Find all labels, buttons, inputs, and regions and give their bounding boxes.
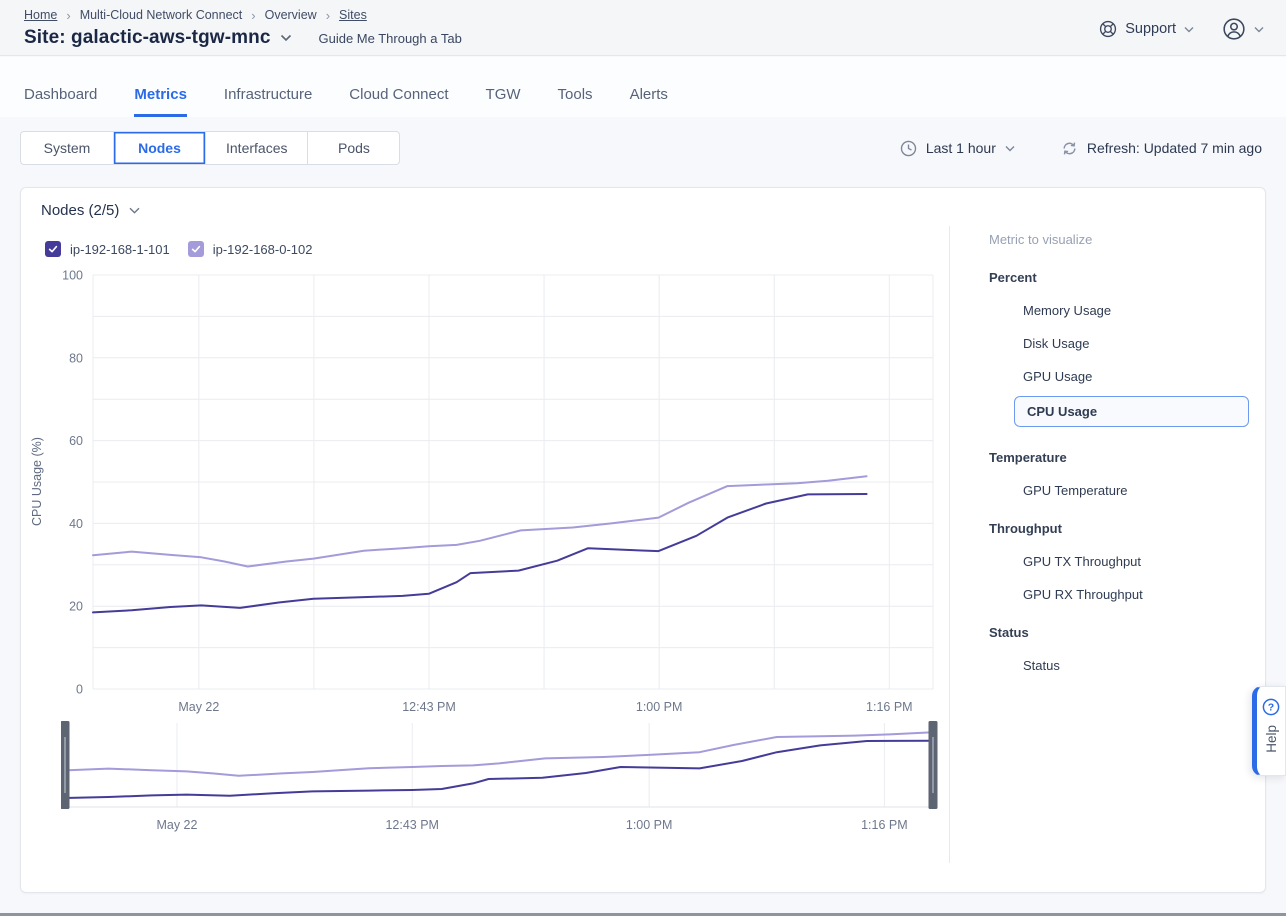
- metric-item-cpu-usage[interactable]: CPU Usage: [1014, 396, 1249, 427]
- metric-item-memory-usage[interactable]: Memory Usage: [989, 303, 1249, 318]
- x-tick-label: 1:16 PM: [861, 818, 908, 832]
- metric-item-gpu-usage[interactable]: GPU Usage: [989, 369, 1249, 384]
- metric-panel-title: Metric to visualize: [989, 232, 1249, 247]
- tab-cloud-connect[interactable]: Cloud Connect: [349, 86, 448, 117]
- time-range-label: Last 1 hour: [926, 140, 996, 156]
- help-button[interactable]: ? Help: [1252, 686, 1286, 776]
- breadcrumb-item-multi-cloud-network-connect: Multi-Cloud Network Connect: [80, 8, 243, 22]
- legend-checkbox-checked-icon[interactable]: [188, 241, 204, 257]
- series-line-ip-192-168-0-102: [65, 732, 933, 776]
- y-tick-label: 20: [69, 600, 83, 614]
- breadcrumb: Home › Multi-Cloud Network Connect › Overvie…: [24, 8, 1262, 22]
- series-line-ip-192-168-1-101: [93, 494, 867, 612]
- metric-item-disk-usage[interactable]: Disk Usage: [989, 336, 1249, 351]
- cpu-usage-chart: 0 20 40 60 80 100 May 22 12:43 PM 1:00 PM 1:16 PM: [25, 267, 953, 727]
- top-header: Home › Multi-Cloud Network Connect › Overvie…: [0, 0, 1286, 56]
- svg-text:?: ?: [1268, 702, 1274, 714]
- x-tick-label: 1:00 PM: [626, 818, 673, 832]
- support-label: Support: [1125, 21, 1176, 37]
- tab-metrics[interactable]: Metrics: [134, 86, 187, 117]
- question-circle-icon: ?: [1262, 698, 1280, 716]
- chevron-down-icon: [1005, 145, 1015, 152]
- x-tick-label: May 22: [178, 700, 219, 714]
- legend-label: ip-192-168-1-101: [70, 242, 170, 257]
- breadcrumb-separator: ›: [66, 9, 70, 22]
- user-avatar-icon: [1222, 17, 1246, 41]
- tab-tgw[interactable]: TGW: [486, 86, 521, 117]
- y-tick-label: 0: [76, 683, 83, 697]
- breadcrumb-item-sites[interactable]: Sites: [339, 8, 367, 22]
- metric-group-temperature: Temperature GPU Temperature: [989, 450, 1249, 498]
- support-menu[interactable]: Support: [1099, 20, 1194, 38]
- help-label: Help: [1264, 725, 1279, 753]
- x-tick-label: 12:43 PM: [402, 700, 456, 714]
- metric-group-header: Throughput: [989, 521, 1249, 536]
- life-buoy-icon: [1099, 20, 1117, 38]
- refresh-icon: [1061, 140, 1078, 157]
- chart-legend: ip-192-168-1-101 ip-192-168-0-102: [45, 241, 312, 257]
- metric-group-header: Status: [989, 625, 1249, 640]
- breadcrumb-separator: ›: [251, 9, 255, 22]
- breadcrumb-item-home[interactable]: Home: [24, 8, 57, 22]
- tab-bar: Dashboard Metrics Infrastructure Cloud Conn…: [0, 57, 1286, 117]
- subtab-pods[interactable]: Pods: [307, 132, 399, 164]
- chevron-down-icon: [1254, 26, 1264, 33]
- y-tick-label: 60: [69, 434, 83, 448]
- refresh-control[interactable]: Refresh: Updated 7 min ago: [1061, 140, 1262, 157]
- legend-item-ip-192-168-0-102[interactable]: ip-192-168-0-102: [188, 241, 313, 257]
- page-title: Site: galactic-aws-tgw-mnc: [24, 27, 270, 49]
- account-menu[interactable]: [1222, 17, 1264, 41]
- tab-infrastructure[interactable]: Infrastructure: [224, 86, 312, 117]
- title-chevron-down-icon[interactable]: [280, 34, 292, 42]
- panel-chevron-down-icon[interactable]: [129, 207, 140, 214]
- refresh-label: Refresh: Updated 7 min ago: [1087, 140, 1262, 156]
- metric-item-status[interactable]: Status: [989, 658, 1249, 673]
- subtab-interfaces[interactable]: Interfaces: [205, 132, 307, 164]
- metric-group-header: Percent: [989, 270, 1249, 285]
- panel-divider: [949, 226, 950, 863]
- y-tick-label: 100: [62, 269, 83, 283]
- nodes-panel: Nodes (2/5) ip-192-168-1-101 ip-192-168-0…: [20, 187, 1266, 893]
- tab-dashboard[interactable]: Dashboard: [24, 86, 97, 117]
- subtab-system[interactable]: System: [21, 132, 113, 164]
- y-tick-label: 40: [69, 517, 83, 531]
- legend-checkbox-checked-icon[interactable]: [45, 241, 61, 257]
- metric-item-gpu-rx-throughput[interactable]: GPU RX Throughput: [989, 587, 1249, 602]
- panel-title: Nodes (2/5): [41, 202, 119, 219]
- time-range-selector[interactable]: Last 1 hour: [900, 140, 1015, 157]
- metric-groups: Percent Memory Usage Disk Usage GPU Usage CP…: [989, 270, 1249, 673]
- tab-tools[interactable]: Tools: [558, 86, 593, 117]
- subtab-bar: SystemNodesInterfacesPods: [20, 131, 400, 165]
- x-tick-label: May 22: [156, 818, 197, 832]
- chart-brush[interactable]: May 22 12:43 PM 1:00 PM 1:16 PM: [61, 718, 941, 838]
- metric-group-throughput: Throughput GPU TX Throughput GPU RX Throug…: [989, 521, 1249, 602]
- metric-group-percent: Percent Memory Usage Disk Usage GPU Usage CP…: [989, 270, 1249, 427]
- metric-group-header: Temperature: [989, 450, 1249, 465]
- x-tick-label: 1:16 PM: [866, 700, 913, 714]
- y-tick-label: 80: [69, 351, 83, 365]
- legend-label: ip-192-168-0-102: [213, 242, 313, 257]
- breadcrumb-separator: ›: [326, 9, 330, 22]
- chevron-down-icon: [1184, 26, 1194, 33]
- series-line-ip-192-168-0-102: [93, 476, 867, 566]
- series-line-ip-192-168-1-101: [65, 741, 933, 798]
- metric-item-gpu-tx-throughput[interactable]: GPU TX Throughput: [989, 554, 1249, 569]
- x-tick-label: 1:00 PM: [636, 700, 683, 714]
- tab-alerts[interactable]: Alerts: [630, 86, 668, 117]
- controls-row: SystemNodesInterfacesPods Last 1 hour Re…: [20, 131, 1262, 165]
- x-tick-label: 12:43 PM: [385, 818, 439, 832]
- legend-item-ip-192-168-1-101[interactable]: ip-192-168-1-101: [45, 241, 170, 257]
- breadcrumb-item-overview: Overview: [265, 8, 317, 22]
- metric-panel: Metric to visualize Percent Memory Usage D…: [969, 188, 1269, 673]
- guide-me-link[interactable]: Guide Me Through a Tab: [318, 31, 461, 46]
- metric-group-status: Status Status: [989, 625, 1249, 673]
- clock-icon: [900, 140, 917, 157]
- metric-item-gpu-temperature[interactable]: GPU Temperature: [989, 483, 1249, 498]
- subtab-nodes[interactable]: Nodes: [113, 132, 205, 164]
